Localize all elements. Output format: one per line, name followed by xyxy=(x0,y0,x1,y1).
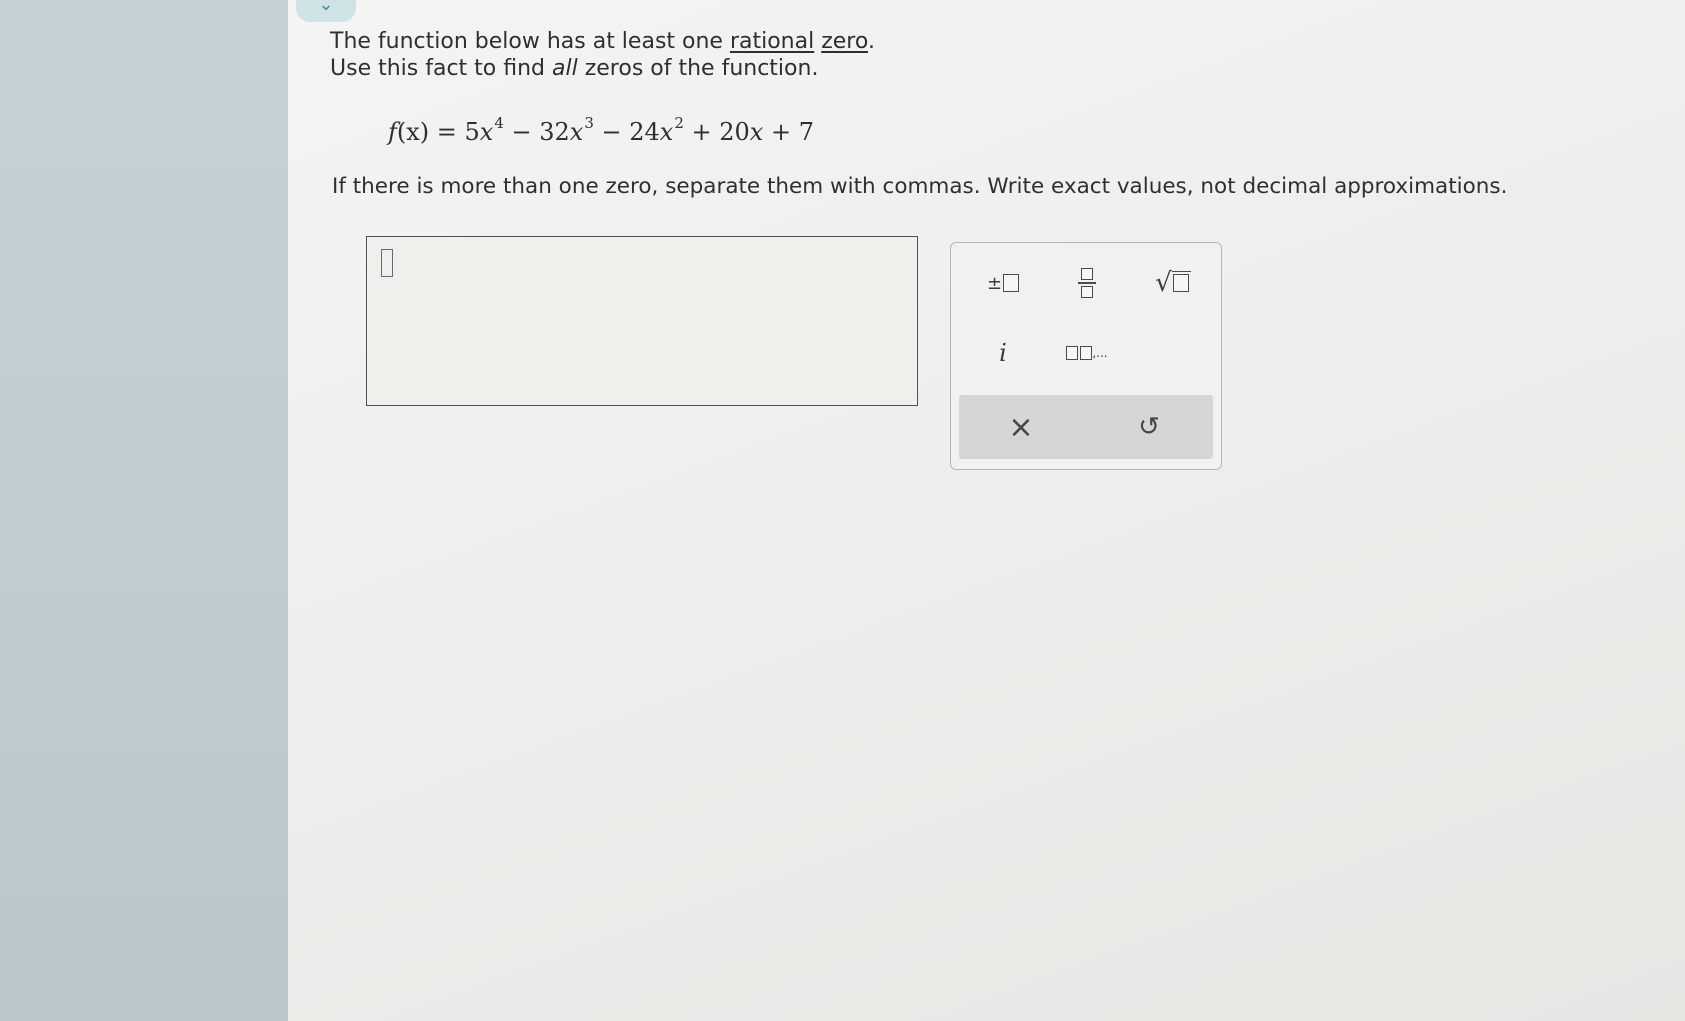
question-area xyxy=(288,0,1685,1021)
undo-button[interactable]: ↺ xyxy=(1117,395,1181,459)
close-icon: × xyxy=(1008,409,1034,445)
instruction-line-1: The function below has at least one rati… xyxy=(330,29,875,54)
answer-input[interactable] xyxy=(366,236,918,406)
fraction-button[interactable] xyxy=(1055,259,1119,307)
rational-link[interactable]: rational xyxy=(730,29,814,54)
clear-button[interactable]: × xyxy=(989,395,1053,459)
left-sidebar xyxy=(0,0,288,1021)
input-cursor xyxy=(381,249,393,277)
keypad-action-bar: × ↺ xyxy=(959,395,1213,459)
imaginary-i-icon: i xyxy=(999,339,1007,367)
square-root-button[interactable]: √ xyxy=(1141,259,1205,307)
function-equation: f(x) = 5x4 − 32x3 − 24x2 + 20x + 7 xyxy=(388,114,814,146)
list-icon: ,... xyxy=(1066,346,1108,360)
placeholder-box-icon xyxy=(1003,274,1020,292)
list-button[interactable]: ,... xyxy=(1055,329,1119,377)
answer-instructions: If there is more than one zero, separate… xyxy=(332,174,1508,199)
zero-link[interactable]: zero xyxy=(821,29,868,54)
collapse-toggle[interactable]: ⌄ xyxy=(296,0,356,22)
plus-minus-button[interactable]: ± xyxy=(971,259,1035,307)
question-instructions: The function below has at least one rati… xyxy=(330,28,875,82)
imaginary-unit-button[interactable]: i xyxy=(971,329,1035,377)
plus-minus-icon: ± xyxy=(986,272,1003,294)
chevron-down-icon: ⌄ xyxy=(318,0,334,15)
fraction-icon xyxy=(1078,268,1096,298)
undo-icon: ↺ xyxy=(1138,412,1160,442)
math-keypad: ± √ i ,... × ↺ xyxy=(950,242,1222,470)
instruction-line-2: Use this fact to find all zeros of the f… xyxy=(330,56,819,81)
square-root-icon: √ xyxy=(1155,268,1191,298)
